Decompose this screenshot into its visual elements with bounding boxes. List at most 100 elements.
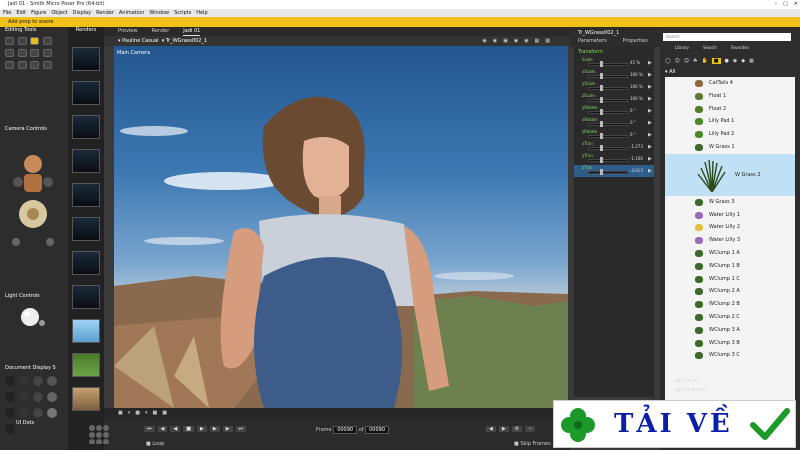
main-viewport[interactable]: Main Camera <box>114 46 568 408</box>
folder-primitives[interactable]: ▸▦ Primitives <box>674 387 707 393</box>
loop-toggle[interactable]: ■ Loop <box>146 441 164 447</box>
close-icon[interactable]: ✕ <box>794 0 798 9</box>
param-slider-knob[interactable] <box>600 109 603 115</box>
tab-favorites[interactable]: Favorites <box>731 44 749 51</box>
list-item[interactable]: WClump 2 A <box>665 285 795 298</box>
hair-icon[interactable]: ☘ <box>693 58 697 64</box>
param-row-ztran[interactable]: zTran -3.613 ▶ <box>574 165 654 177</box>
props-icon[interactable]: ■ <box>711 57 721 64</box>
param-value[interactable]: -3.613 <box>630 168 643 173</box>
param-slider-knob[interactable] <box>600 85 603 91</box>
light-sphere-icon[interactable] <box>18 305 46 329</box>
param-value[interactable]: 100 % <box>630 84 643 89</box>
param-value[interactable]: 0 ° <box>630 120 636 125</box>
list-item[interactable]: WClump 2 B <box>665 298 795 311</box>
list-item[interactable]: Lilly Pad 2 <box>665 128 795 141</box>
param-row-zscale[interactable]: zScale 100 % ▶ <box>574 93 654 105</box>
hand-icon[interactable]: ✋ <box>702 58 708 64</box>
param-slider[interactable] <box>588 87 628 90</box>
taper-tool-icon[interactable] <box>17 49 27 57</box>
param-value[interactable]: 100 % <box>630 96 643 101</box>
play-icon[interactable]: ▶ <box>196 426 207 432</box>
render-thumbnail[interactable] <box>72 387 100 411</box>
render-thumbnail[interactable] <box>72 217 100 241</box>
play-arrow-icon[interactable]: ▶ <box>648 72 652 78</box>
menu-figure[interactable]: Figure <box>31 9 46 17</box>
stop-icon[interactable]: ■ <box>183 426 194 432</box>
param-slider[interactable] <box>588 159 628 162</box>
folder-places[interactable]: ▸▦ Places <box>674 378 699 384</box>
twist-tool-icon[interactable] <box>5 49 14 57</box>
param-value[interactable]: 100 % <box>630 72 643 77</box>
list-item[interactable]: WClump 3 A <box>665 324 795 337</box>
menu-animation[interactable]: Animation <box>119 9 145 17</box>
translate-tool-icon[interactable] <box>30 37 40 45</box>
param-value[interactable]: 45 % <box>630 60 640 65</box>
current-frame-field[interactable]: 00090 <box>333 426 358 434</box>
grouping-tool-icon[interactable] <box>5 61 14 69</box>
skip-frames-toggle[interactable]: ■ Skip Frames <box>514 441 551 447</box>
figure-selector[interactable]: Pauline Casual <box>122 38 158 44</box>
rotate-tool-icon[interactable] <box>17 37 27 45</box>
param-slider[interactable] <box>588 75 628 78</box>
param-value[interactable]: -1.166 <box>630 156 643 161</box>
tab-preview[interactable]: Preview <box>118 27 137 36</box>
chevron-down-icon[interactable]: ▾ <box>118 38 121 44</box>
prev-frame-icon[interactable]: ◀ <box>170 426 181 432</box>
list-item[interactable]: WClump 2 C <box>665 311 795 324</box>
pose-icon[interactable]: ☺ <box>675 58 680 64</box>
color-tool-icon[interactable] <box>42 49 52 57</box>
next-keyframe-icon[interactable]: ▶ <box>222 426 233 432</box>
play-arrow-icon[interactable]: ▶ <box>648 60 652 66</box>
play-arrow-icon[interactable]: ▶ <box>648 132 652 138</box>
render-thumbnail[interactable] <box>72 251 100 275</box>
total-frames-field[interactable]: 00090 <box>365 426 390 434</box>
tab-parameters[interactable]: Parameters <box>578 38 607 44</box>
prev-key-icon[interactable]: ◀ <box>486 426 496 432</box>
list-item-selected[interactable]: W Grass 2 <box>665 153 795 196</box>
viewport-icons[interactable]: ◉◉▣◉◉▦▦ <box>482 36 556 46</box>
param-slider-knob[interactable] <box>600 73 603 79</box>
tab-jadi-01[interactable]: Jadi 01 <box>183 27 201 36</box>
list-item[interactable]: WClump 3 C <box>665 349 795 362</box>
ui-dots-grid[interactable] <box>88 424 110 445</box>
param-slider-knob[interactable] <box>600 157 603 163</box>
play-arrow-icon[interactable]: ▶ <box>648 108 652 114</box>
param-slider[interactable] <box>588 147 628 150</box>
param-row-yscale[interactable]: yScale 100 % ▶ <box>574 81 654 93</box>
param-row-ytran[interactable]: yTran -1.166 ▶ <box>574 153 654 165</box>
param-row-zrotate[interactable]: zRotate 0 ° ▶ <box>574 129 654 141</box>
play-arrow-icon[interactable]: ▶ <box>648 168 652 174</box>
menu-render[interactable]: Render <box>96 9 114 17</box>
list-item[interactable]: CatTails 4 <box>665 77 795 90</box>
param-slider-knob[interactable] <box>600 121 603 127</box>
param-slider[interactable] <box>588 135 628 138</box>
render-thumbnail[interactable] <box>72 319 100 343</box>
param-slider[interactable] <box>588 171 628 174</box>
first-frame-icon[interactable]: ⏮ <box>144 426 155 432</box>
list-item[interactable]: WClump 1 B <box>665 260 795 273</box>
chevron-down-icon[interactable]: ▾ <box>162 38 165 44</box>
tab-render[interactable]: Render <box>151 27 169 36</box>
morph-tool-icon[interactable] <box>30 61 40 69</box>
list-item[interactable]: WClump 3 B <box>665 337 795 350</box>
param-slider-knob[interactable] <box>600 61 603 67</box>
tab-properties[interactable]: Properties <box>623 38 648 44</box>
next-frame-icon[interactable]: ▶ <box>209 426 220 432</box>
list-item[interactable]: Float 2 <box>665 103 795 116</box>
param-row-scale[interactable]: Scale 45 % ▶ <box>574 57 654 69</box>
render-thumbnail[interactable] <box>72 47 100 71</box>
prop-selector[interactable]: Tr_WGrass002_1 <box>166 38 207 44</box>
figures-icon[interactable]: ◯ <box>665 58 671 64</box>
param-slider[interactable] <box>588 63 628 66</box>
list-item[interactable]: Water Lilly 3 <box>665 234 795 247</box>
render-thumbnail[interactable] <box>72 149 100 173</box>
tab-library[interactable]: Library <box>675 44 689 51</box>
render-thumbnail[interactable] <box>72 285 100 309</box>
scale-tool-icon[interactable] <box>42 37 52 45</box>
minimize-icon[interactable]: – <box>775 0 778 9</box>
list-item[interactable]: Float 1 <box>665 90 795 103</box>
prev-keyframe-icon[interactable]: ◀ <box>157 426 168 432</box>
render-thumbnail[interactable] <box>72 115 100 139</box>
menu-display[interactable]: Display <box>73 9 91 17</box>
